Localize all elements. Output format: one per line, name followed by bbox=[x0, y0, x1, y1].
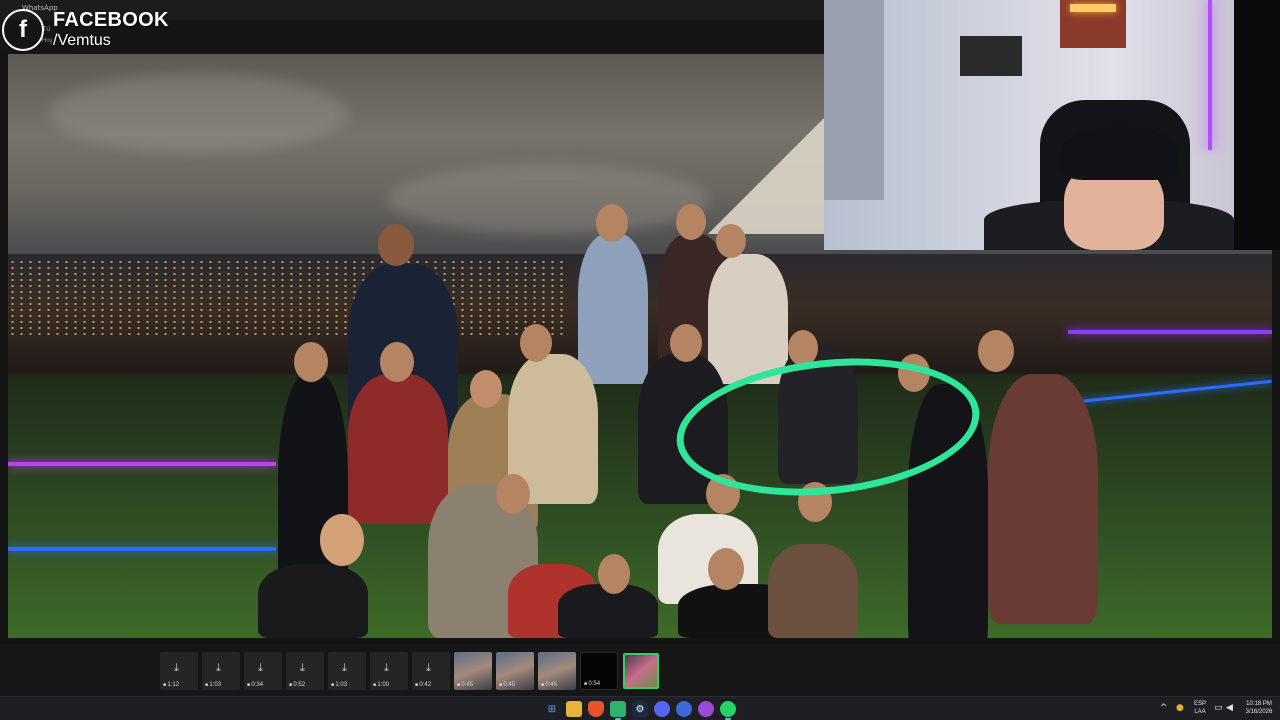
screen: WhatsApp Tú Hoy f FACEBOOK /Vemtus ⤓ ■ 1… bbox=[0, 0, 1280, 720]
thumbnail-duration: 1:03 bbox=[331, 682, 347, 688]
thumbnail-video[interactable]: 0:45 bbox=[496, 652, 534, 690]
thumbnail-download[interactable]: ⤓ 1:03 bbox=[328, 652, 366, 690]
person-head bbox=[320, 514, 364, 566]
person bbox=[578, 234, 648, 384]
watermark-platform: FACEBOOK bbox=[53, 9, 169, 31]
thumbnail-duration: 1:03 bbox=[205, 682, 221, 688]
download-icon: ⤓ bbox=[426, 661, 431, 674]
thumbnail-duration: 0:45 bbox=[457, 682, 473, 688]
file-explorer-icon[interactable] bbox=[566, 701, 582, 717]
discord-icon[interactable] bbox=[654, 701, 670, 717]
facebook-logo-icon: f bbox=[2, 9, 44, 51]
person-head bbox=[470, 370, 502, 408]
greenshot-icon[interactable] bbox=[610, 701, 626, 720]
download-icon: ⤓ bbox=[258, 661, 263, 674]
person-head bbox=[294, 342, 328, 382]
webcam-neon-light bbox=[1208, 0, 1212, 150]
download-icon: ⤓ bbox=[384, 661, 389, 674]
download-icon: ⤓ bbox=[300, 661, 305, 674]
media-strip: ⤓ 1:12 ⤓ 1:03 ⤓ 0:34 ⤓ 0:52 ⤓ 1:03 ⤓ 1:0… bbox=[0, 644, 1280, 696]
webcam-poster bbox=[960, 36, 1022, 76]
person bbox=[708, 254, 788, 384]
windows-start-icon[interactable]: ⊞ bbox=[544, 701, 560, 717]
person-head bbox=[716, 224, 746, 258]
language-code: ESP bbox=[1193, 701, 1206, 707]
download-icon: ⤓ bbox=[216, 661, 221, 674]
webcam-dark-edge bbox=[1234, 0, 1280, 250]
person-head bbox=[596, 204, 628, 242]
app-icon[interactable] bbox=[676, 701, 692, 717]
neon-strip-purple bbox=[8, 462, 276, 466]
webcam-poster-lit bbox=[1060, 0, 1126, 48]
person-head bbox=[670, 324, 702, 362]
thumbnail-duration: 0:45 bbox=[541, 682, 557, 688]
watermark-handle: /Vemtus bbox=[53, 32, 111, 49]
language-indicator[interactable]: ESP LAA bbox=[1190, 700, 1210, 716]
date-label: Hoy bbox=[42, 38, 53, 44]
thumbnail-download[interactable]: ⤓ 0:34 bbox=[244, 652, 282, 690]
download-icon: ⤓ bbox=[342, 661, 347, 674]
thumbnail-duration: 0:52 bbox=[289, 682, 305, 688]
thumbnail-download[interactable]: ⤓ 0:52 bbox=[286, 652, 324, 690]
person-head bbox=[380, 342, 414, 382]
clock[interactable]: 10:18 PM 3/16/2026 bbox=[1240, 700, 1278, 716]
brave-browser-icon[interactable] bbox=[588, 701, 604, 717]
facebook-logo-letter: f bbox=[19, 16, 27, 43]
thumbnail-duration: 0:54 bbox=[584, 681, 600, 687]
whatsapp-icon[interactable] bbox=[720, 701, 736, 720]
thumbnail-video[interactable]: 0:45 bbox=[454, 652, 492, 690]
clock-time: 10:18 PM bbox=[1246, 701, 1272, 707]
thumbnail-download[interactable]: ⤓ 0:42 bbox=[412, 652, 450, 690]
thumbnail-download[interactable]: ⤓ 1:12 bbox=[160, 652, 198, 690]
thumbnail-duration: 0:42 bbox=[415, 682, 431, 688]
thumbnail-video[interactable]: 0:54 bbox=[580, 652, 618, 690]
person bbox=[348, 374, 448, 524]
taskbar: ⊞ ⚙ ^ ● ESP LAA ▭ ◀ 10:18 PM 3/16/2026 bbox=[0, 696, 1280, 720]
person-head bbox=[978, 330, 1014, 372]
messenger-icon[interactable] bbox=[698, 701, 714, 717]
person bbox=[988, 374, 1098, 624]
thumbnail-selected[interactable] bbox=[623, 653, 659, 689]
person bbox=[768, 544, 858, 638]
photo-cloud bbox=[48, 74, 348, 154]
thumbnail-duration: 1:00 bbox=[373, 682, 389, 688]
person-head bbox=[708, 548, 744, 590]
person-head bbox=[520, 324, 552, 362]
thumbnail-duration: 0:34 bbox=[247, 682, 263, 688]
tray-mic-icon[interactable]: ● bbox=[1176, 703, 1184, 713]
network-icon[interactable]: ▭ bbox=[1214, 703, 1223, 713]
person-head bbox=[676, 204, 706, 240]
person bbox=[258, 564, 368, 638]
steam-icon[interactable]: ⚙ bbox=[632, 701, 648, 717]
person-head bbox=[378, 224, 414, 266]
tray-chevron-up-icon[interactable]: ^ bbox=[1160, 703, 1168, 713]
thumbnail-duration: 0:45 bbox=[499, 682, 515, 688]
volume-icon[interactable]: ◀ bbox=[1226, 703, 1233, 713]
clock-date: 3/16/2026 bbox=[1245, 709, 1273, 715]
webcam-door bbox=[824, 0, 884, 200]
webcam-cap bbox=[1060, 126, 1178, 180]
webcam-overlay bbox=[824, 0, 1280, 250]
person-head bbox=[598, 554, 630, 594]
thumbnail-download[interactable]: ⤓ 1:03 bbox=[202, 652, 240, 690]
keyboard-layout: LAA bbox=[1194, 709, 1206, 715]
thumbnail-duration: 1:12 bbox=[163, 682, 179, 688]
download-icon: ⤓ bbox=[174, 661, 179, 674]
thumbnail-download[interactable]: ⤓ 1:00 bbox=[370, 652, 408, 690]
person-head bbox=[496, 474, 530, 514]
thumbnail-video[interactable]: 0:45 bbox=[538, 652, 576, 690]
neon-strip-blue bbox=[8, 547, 276, 551]
